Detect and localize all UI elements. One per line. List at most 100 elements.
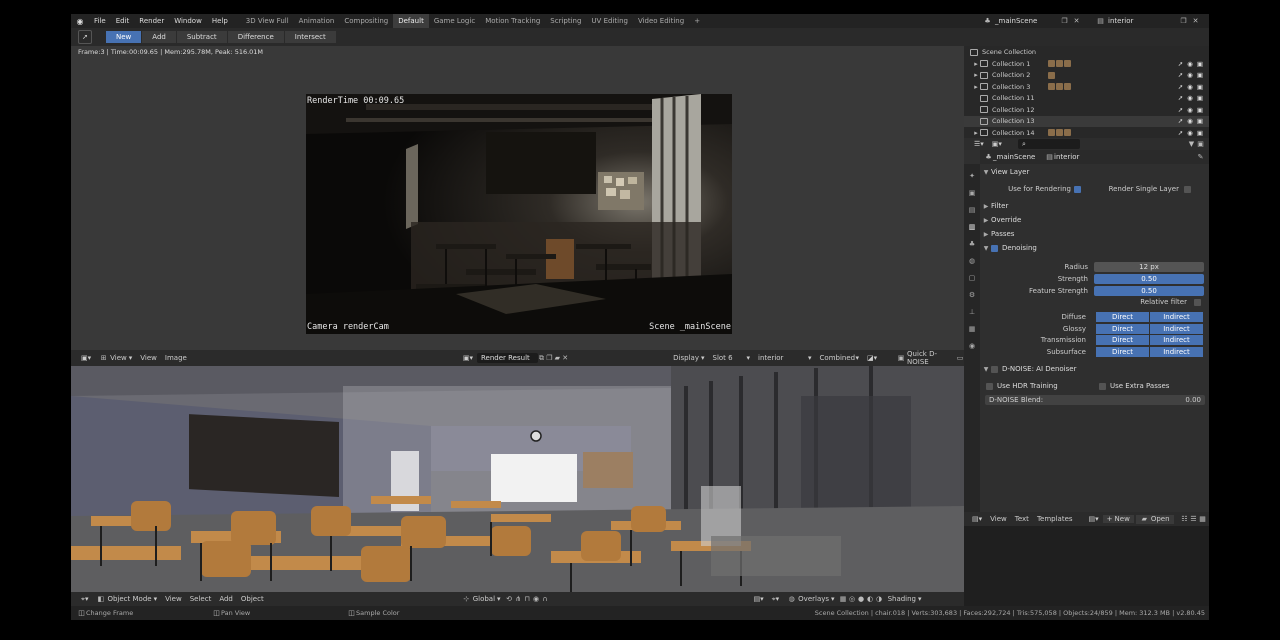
menu-add[interactable]: Add xyxy=(215,595,237,603)
radius-field[interactable]: 12 px xyxy=(1094,262,1204,272)
channels-icon[interactable]: ◪▾ xyxy=(863,354,881,362)
new-collection-icon[interactable]: ▣ xyxy=(1196,140,1205,149)
physics-tab-icon[interactable]: ▦ xyxy=(967,324,977,334)
pivot-icon[interactable]: ⟲ xyxy=(505,595,514,604)
override-panel-header[interactable]: ▶ Override xyxy=(981,214,1205,226)
indirect-toggle[interactable]: Indirect xyxy=(1150,335,1204,345)
sidebar-toggle-icon[interactable]: ▭ xyxy=(956,354,964,363)
tab-video-editing[interactable]: Video Editing xyxy=(633,14,689,28)
outliner-search-input[interactable]: ⌕ xyxy=(1017,139,1080,149)
menu-templates[interactable]: Templates xyxy=(1033,515,1077,523)
use-for-rendering-checkbox[interactable] xyxy=(1074,186,1081,193)
falloff-icon[interactable]: ∩ xyxy=(541,595,550,604)
editor-type-icon[interactable]: ▤▾ xyxy=(968,515,986,523)
menu-image[interactable]: Image xyxy=(161,354,191,362)
object-mode-dropdown[interactable]: ◧ Object Mode ▾ xyxy=(92,595,161,604)
wireframe-shading-icon[interactable]: ◎ xyxy=(848,595,857,604)
use-extra-checkbox[interactable] xyxy=(1099,382,1106,390)
render-camera-icon[interactable]: ▣ xyxy=(1197,60,1203,68)
copy-icon[interactable]: ❐ xyxy=(1179,16,1188,25)
visibility-eye-icon[interactable]: ◉ xyxy=(1187,106,1193,114)
use-hdr-checkbox[interactable] xyxy=(986,382,993,390)
close-icon[interactable]: ✕ xyxy=(1072,16,1081,25)
direct-toggle[interactable]: Direct xyxy=(1096,323,1150,334)
gizmo-icon[interactable]: ⌖▾ xyxy=(768,595,783,604)
direct-toggle[interactable]: Direct xyxy=(1096,335,1150,345)
strength-slider[interactable]: 0.50 xyxy=(1094,274,1204,284)
display-mode-icon[interactable]: ☰▾ xyxy=(970,140,988,148)
output-tab-icon[interactable]: ▤ xyxy=(967,205,977,215)
world-tab-icon[interactable]: ◍ xyxy=(967,256,977,266)
outliner-item[interactable]: ▸ Collection 3 ➚ ◉ ▣ xyxy=(964,81,1209,93)
tab-compositing[interactable]: Compositing xyxy=(339,14,393,28)
overlays-dropdown[interactable]: ◍ Overlays ▾ xyxy=(783,595,838,604)
visibility-eye-icon[interactable]: ◉ xyxy=(1187,71,1193,79)
render-result-image[interactable]: RenderTime 00:09.65 Camera renderCam Sce… xyxy=(306,94,732,334)
menu-text[interactable]: Text xyxy=(1011,515,1033,523)
render-camera-icon[interactable]: ▣ xyxy=(1197,83,1203,91)
copy-icon[interactable]: ❐ xyxy=(1060,16,1069,25)
constraints-tab-icon[interactable]: ◉ xyxy=(967,341,977,351)
editor-type-icon[interactable]: ▣▾ xyxy=(77,354,95,362)
menu-select[interactable]: Select xyxy=(186,595,216,603)
mode-subtract-button[interactable]: Subtract xyxy=(176,31,228,43)
menu-view[interactable]: View xyxy=(161,595,186,603)
dnoise-blend-slider[interactable]: D-NOISE Blend: 0.00 xyxy=(985,395,1205,405)
shading-dropdown[interactable]: Shading ▾ xyxy=(884,595,926,603)
dnoise-panel-header[interactable]: ▼ D-NOISE: AI Denoiser xyxy=(981,363,1205,375)
pin-icon[interactable]: ✎ xyxy=(1196,153,1205,162)
dnoise-checkbox[interactable] xyxy=(991,365,998,373)
selectable-icon[interactable]: ➚ xyxy=(1178,60,1183,68)
image-browse-icon[interactable]: ▣▾ xyxy=(459,354,477,362)
relative-filter-checkbox[interactable] xyxy=(1194,299,1201,306)
3d-viewport[interactable] xyxy=(71,366,964,592)
visibility-eye-icon[interactable]: ◉ xyxy=(1187,117,1193,125)
view-mode-dropdown[interactable]: ⊞ View ▾ xyxy=(95,354,136,363)
outliner-item[interactable]: ▸ Collection 1 ➚ ◉ ▣ xyxy=(964,58,1209,70)
quick-dnoise-button[interactable]: ▣ Quick D-NOISE xyxy=(893,350,956,366)
proportional-edit-icon[interactable]: ◉ xyxy=(532,595,541,604)
indirect-toggle[interactable]: Indirect xyxy=(1150,312,1204,322)
pin-icon[interactable]: ⧉ xyxy=(538,354,546,363)
filter-panel-header[interactable]: ▶ Filter xyxy=(981,200,1205,212)
render-camera-icon[interactable]: ▣ xyxy=(1197,94,1203,102)
expand-arrow-icon[interactable]: ▸ xyxy=(972,128,980,137)
line-numbers-icon[interactable]: ☷ xyxy=(1180,515,1189,524)
magnet-icon[interactable]: ⊓ xyxy=(523,595,532,604)
open-text-button[interactable]: ▰ Open xyxy=(1135,514,1174,524)
syntax-highlight-icon[interactable]: ▦ xyxy=(1198,515,1207,524)
outliner-item[interactable]: Collection 11 ➚ ◉ ▣ xyxy=(964,93,1209,105)
solid-shading-icon[interactable]: ● xyxy=(857,595,866,604)
expand-arrow-icon[interactable] xyxy=(972,117,980,126)
render-camera-icon[interactable]: ▣ xyxy=(1197,129,1203,137)
visibility-eye-icon[interactable]: ◉ xyxy=(1187,129,1193,137)
use-extra-row[interactable]: Use Extra Passes xyxy=(1099,380,1199,392)
menu-view[interactable]: View xyxy=(986,515,1011,523)
add-workspace-button[interactable]: + xyxy=(689,14,705,28)
mode-difference-button[interactable]: Difference xyxy=(227,31,285,43)
word-wrap-icon[interactable]: ☰ xyxy=(1189,515,1198,524)
direct-toggle[interactable]: Direct xyxy=(1096,346,1150,357)
particles-tab-icon[interactable]: ⊥ xyxy=(967,307,977,317)
close-icon[interactable]: ✕ xyxy=(561,354,569,363)
direct-toggle[interactable]: Direct xyxy=(1096,312,1150,322)
render-tab-icon[interactable]: ▣ xyxy=(967,188,977,198)
transform-orientation-dropdown[interactable]: ⊹ Global ▾ xyxy=(458,595,505,604)
folder-icon[interactable]: ▰ xyxy=(553,354,561,363)
render-single-layer-checkbox[interactable] xyxy=(1184,186,1191,193)
denoising-panel-header[interactable]: ▼ Denoising xyxy=(981,242,1205,254)
scene-tab-icon[interactable]: ♣ xyxy=(967,239,977,249)
text-browse-icon[interactable]: ▤▾ xyxy=(1085,515,1103,523)
outliner-item[interactable]: ▸ Collection 14 ➚ ◉ ▣ xyxy=(964,127,1209,139)
indirect-toggle[interactable]: Indirect xyxy=(1150,346,1204,357)
tool-tab-icon[interactable]: ✦ xyxy=(967,171,977,181)
visibility-eye-icon[interactable]: ◉ xyxy=(1187,60,1193,68)
menu-file[interactable]: File xyxy=(89,17,111,25)
selectable-icon[interactable]: ➚ xyxy=(1178,83,1183,91)
editor-type-icon[interactable]: ⌖▾ xyxy=(77,595,92,604)
selectable-icon[interactable]: ➚ xyxy=(1178,71,1183,79)
feature-strength-slider[interactable]: 0.50 xyxy=(1094,286,1204,296)
selectable-icon[interactable]: ➚ xyxy=(1178,129,1183,137)
snap-icon[interactable]: ⋔ xyxy=(514,595,523,604)
render-camera-icon[interactable]: ▣ xyxy=(1197,71,1203,79)
